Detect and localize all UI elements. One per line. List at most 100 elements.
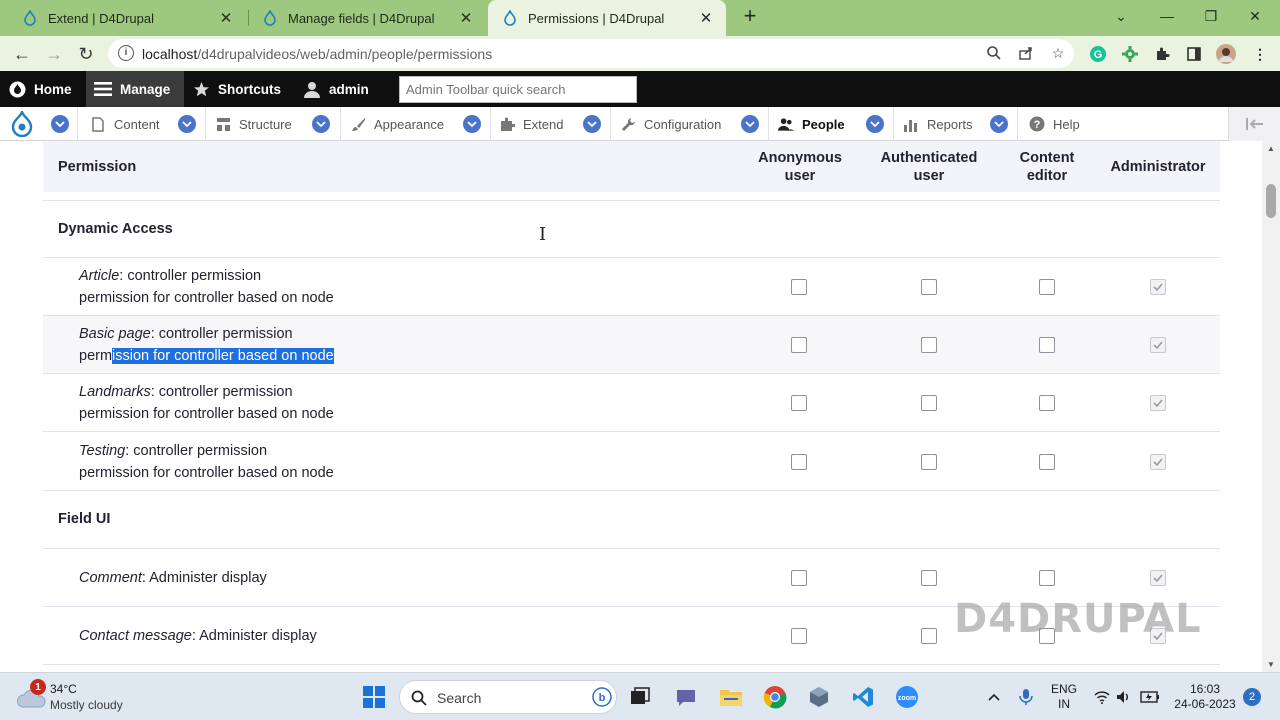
checkbox-administrator-checked[interactable] [1150,337,1166,353]
zoom-icon[interactable]: zoom [893,683,921,711]
profile-avatar[interactable] [1215,43,1237,65]
task-view-icon[interactable] [626,683,654,711]
browser-menu-icon[interactable]: ⋮ [1249,43,1271,65]
checkbox-administrator-checked[interactable] [1150,279,1166,295]
virtualbox-icon[interactable] [805,683,833,711]
zoom-search-icon[interactable] [984,43,1004,63]
chevron-down-icon[interactable] [178,115,196,133]
extensions-puzzle-icon[interactable] [1151,43,1173,65]
bookmark-star-icon[interactable]: ☆ [1048,43,1068,63]
tray-item-structure[interactable]: Structure [215,107,292,141]
checkbox-authenticated[interactable] [921,570,937,586]
clock[interactable]: 16:03 24-06-2023 [1168,682,1242,712]
tray-item-configuration[interactable]: Configuration [620,107,721,141]
new-tab-plus-icon[interactable]: + [738,5,762,29]
grammarly-extension-icon[interactable]: G [1087,43,1109,65]
checkbox-content-editor[interactable] [1039,454,1055,470]
tab-manage-fields[interactable]: Manage fields | D4Drupal ✕ [248,0,486,36]
checkbox-anonymous[interactable] [791,570,807,586]
language-indicator[interactable]: ENG IN [1046,682,1082,712]
paintbrush-icon [350,116,366,132]
close-tab-icon[interactable]: ✕ [698,9,714,27]
toolbar-user[interactable]: admin [303,71,369,107]
gear-extension-icon[interactable] [1119,43,1141,65]
chevron-down-icon[interactable] [463,115,481,133]
close-tab-icon[interactable]: ✕ [458,9,474,27]
volume-icon[interactable] [1110,683,1138,711]
checkbox-content-editor[interactable] [1039,570,1055,586]
tray-divider [205,107,206,141]
page-scrollbar[interactable]: ▲ ▼ [1262,141,1280,672]
windows-start-icon[interactable] [360,683,388,711]
tray-item-help[interactable]: ? Help [1029,107,1080,141]
chevron-down-icon[interactable] [741,115,759,133]
checkbox-anonymous[interactable] [791,454,807,470]
teams-chat-icon[interactable] [672,683,700,711]
toolbar-search-input[interactable] [399,76,637,103]
vscode-icon[interactable] [849,683,877,711]
checkbox-authenticated[interactable] [921,337,937,353]
address-input[interactable]: i localhost/d4drupalvideos/web/admin/peo… [108,39,1074,68]
chevron-down-icon[interactable] [583,115,601,133]
tab-search-chevron-icon[interactable]: ⌄ [1098,0,1144,32]
tray-item-content[interactable]: Content [90,107,160,141]
watermark: D4DRUPAL [954,596,1202,642]
tray-item-extend[interactable]: Extend [499,107,563,141]
back-arrow-icon[interactable]: ← [8,40,36,68]
close-tab-icon[interactable]: ✕ [218,9,234,27]
checkbox-administrator-checked[interactable] [1150,570,1166,586]
tray-item-reports[interactable]: Reports [903,107,973,141]
restore-icon[interactable]: ❐ [1188,0,1234,32]
toolbar-home-label: Home [34,81,72,97]
reload-icon[interactable]: ↻ [72,40,100,68]
forward-arrow-icon[interactable]: → [40,40,68,68]
battery-icon[interactable] [1136,683,1164,711]
toolbar-manage-label: Manage [120,81,171,97]
chevron-down-icon[interactable] [866,115,884,133]
checkbox-content-editor[interactable] [1039,337,1055,353]
tray-item-people[interactable]: People [778,107,845,141]
weather-widget[interactable]: 1 34°C Mostly cloudy [16,679,166,715]
tab-permissions[interactable]: Permissions | D4Drupal ✕ [488,0,726,36]
share-icon[interactable] [1016,43,1036,63]
chrome-icon[interactable] [761,683,789,711]
scrollbar-thumb[interactable] [1266,184,1276,218]
chevron-down-icon[interactable] [312,115,330,133]
scroll-down-arrow-icon[interactable]: ▼ [1267,660,1275,669]
side-panel-icon[interactable] [1183,43,1205,65]
tab-title: Manage fields | D4Drupal [288,10,435,26]
tray-item-appearance[interactable]: Appearance [350,107,444,141]
file-explorer-icon[interactable] [717,683,745,711]
scroll-up-arrow-icon[interactable]: ▲ [1267,144,1275,153]
wrench-icon [620,116,636,132]
chevron-down-icon[interactable] [990,115,1008,133]
toolbar-home[interactable]: Home [8,71,72,107]
tray-drupal-logo[interactable] [10,107,34,141]
notification-badge[interactable]: 2 [1243,688,1261,706]
collapse-tray-icon[interactable] [1228,107,1280,141]
checkbox-anonymous[interactable] [791,628,807,644]
toolbar-shortcuts[interactable]: Shortcuts [192,71,281,107]
checkbox-administrator-checked[interactable] [1150,454,1166,470]
checkbox-authenticated[interactable] [921,454,937,470]
checkbox-anonymous[interactable] [791,395,807,411]
checkbox-authenticated[interactable] [921,628,937,644]
checkbox-anonymous[interactable] [791,279,807,295]
toolbar-shortcuts-label: Shortcuts [218,81,282,97]
checkbox-content-editor[interactable] [1039,395,1055,411]
toolbar-manage[interactable]: Manage [86,71,184,107]
checkbox-content-editor[interactable] [1039,279,1055,295]
taskbar-search[interactable]: Search b [399,680,617,714]
chevron-down-icon[interactable] [51,115,69,133]
tab-extend[interactable]: Extend | D4Drupal ✕ [8,0,246,36]
show-hidden-icons-chevron-icon[interactable] [980,683,1008,711]
checkbox-anonymous[interactable] [791,337,807,353]
checkbox-authenticated[interactable] [921,395,937,411]
address-toolbar: ← → ↻ i localhost/d4drupalvideos/web/adm… [0,36,1280,71]
checkbox-authenticated[interactable] [921,279,937,295]
checkbox-administrator-checked[interactable] [1150,395,1166,411]
close-window-icon[interactable]: ✕ [1232,0,1278,32]
minimize-icon[interactable]: — [1144,0,1190,32]
microphone-icon[interactable] [1012,683,1040,711]
site-info-icon[interactable]: i [118,45,134,61]
